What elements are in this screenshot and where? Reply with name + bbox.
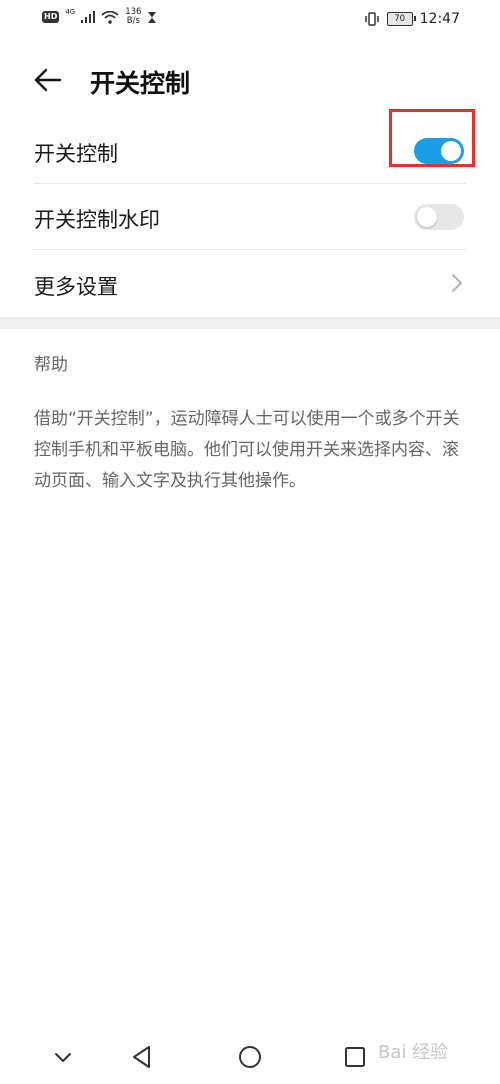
app-header: 开关控制 xyxy=(0,50,500,110)
switch-watermark-toggle[interactable] xyxy=(414,204,464,230)
nav-back-button[interactable] xyxy=(128,1042,158,1072)
help-description: 借助“开关控制”，运动障碍人士可以使用一个或多个开关控制手机和平板电脑。他们可以… xyxy=(34,409,460,491)
switch-watermark-label: 开关控制水印 xyxy=(34,208,160,232)
square-recents-icon xyxy=(345,1047,365,1067)
battery-icon: 70 xyxy=(386,12,416,26)
status-bar-left: HD 4G 136 B/s xyxy=(42,8,157,26)
hourglass-icon xyxy=(148,11,157,23)
wifi-icon xyxy=(101,10,119,24)
arrow-left-icon xyxy=(34,68,62,92)
nav-hide-button[interactable] xyxy=(48,1042,78,1072)
network-type: 4G xyxy=(65,8,76,16)
signal-icon xyxy=(81,11,96,23)
baidu-watermark: Bai 经验 xyxy=(378,1042,449,1063)
toggle-knob xyxy=(417,207,437,227)
back-button[interactable] xyxy=(32,64,64,96)
switch-control-label: 开关控制 xyxy=(34,142,118,166)
divider xyxy=(34,249,466,250)
section-divider xyxy=(0,317,500,329)
help-title: 帮助 xyxy=(34,355,68,375)
hd-badge: HD xyxy=(42,11,60,23)
more-settings-label: 更多设置 xyxy=(34,275,118,299)
clock: 12:47 xyxy=(419,11,460,27)
vibrate-icon xyxy=(364,12,379,26)
network-speed-unit: B/s xyxy=(126,16,140,26)
more-settings-row[interactable]: 更多设置 xyxy=(0,251,500,317)
chevron-right-icon xyxy=(452,274,462,292)
highlight-box xyxy=(389,109,475,167)
nav-recents-button[interactable] xyxy=(340,1042,370,1072)
page-title: 开关控制 xyxy=(90,69,191,98)
chevron-down-icon xyxy=(55,1053,71,1062)
network-speed: 136 B/s xyxy=(125,8,141,26)
circle-home-icon xyxy=(239,1046,261,1068)
status-bar-right: 70 12:47 xyxy=(364,11,460,27)
switch-watermark-row[interactable]: 开关控制水印 xyxy=(0,184,500,250)
switch-control-row[interactable]: 开关控制 xyxy=(0,109,500,184)
nav-home-button[interactable] xyxy=(235,1042,265,1072)
triangle-back-icon xyxy=(133,1046,150,1068)
status-bar: HD 4G 136 B/s 70 12:47 xyxy=(0,0,500,40)
battery-level: 70 xyxy=(394,14,406,24)
